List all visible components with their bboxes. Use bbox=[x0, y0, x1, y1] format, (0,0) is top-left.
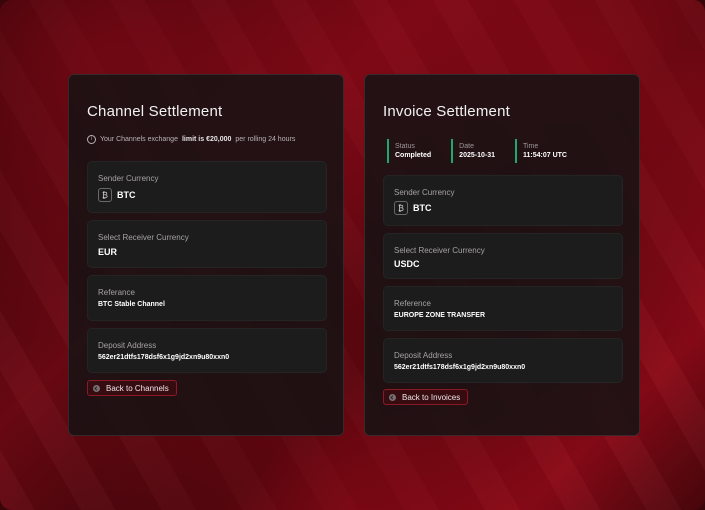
reference-value: BTC Stable Channel bbox=[98, 301, 165, 308]
limit-note: i Your Channels exchange limit is €20,00… bbox=[87, 135, 295, 144]
deposit-address-label: Deposit Address bbox=[394, 351, 453, 360]
status-value: Completed bbox=[395, 152, 432, 159]
receiver-currency-label: Select Receiver Currency bbox=[98, 233, 189, 242]
reference-card[interactable]: Reference EUROPE ZONE TRANSFER bbox=[383, 286, 623, 331]
status-row: Status Completed Date 2025-10-31 Time 11… bbox=[387, 139, 587, 163]
sender-currency-value-row: ₿ BTC bbox=[394, 201, 432, 215]
receiver-currency-select[interactable]: Select Receiver Currency EUR bbox=[87, 220, 327, 268]
deposit-address-label: Deposit Address bbox=[98, 341, 157, 350]
back-to-invoices-label: Back to Invoices bbox=[402, 392, 461, 402]
sender-currency-value-row: ₿ BTC bbox=[98, 188, 136, 202]
deposit-address-card[interactable]: Deposit Address 562er21dtfs178dsf6x1g9jd… bbox=[87, 328, 327, 373]
reference-value: EUROPE ZONE TRANSFER bbox=[394, 312, 486, 319]
date-label: Date bbox=[459, 143, 474, 150]
back-to-invoices-button[interactable]: Back to Invoices bbox=[383, 389, 469, 405]
invoice-settlement-panel: Invoice Settlement Status Completed Date… bbox=[364, 74, 640, 436]
reference-card[interactable]: Referance BTC Stable Channel bbox=[87, 275, 327, 321]
channel-settlement-panel: Channel Settlement i Your Channels excha… bbox=[68, 74, 344, 436]
back-to-channels-button[interactable]: Back to Channels bbox=[87, 380, 177, 396]
info-icon: i bbox=[87, 135, 96, 144]
arrow-left-icon bbox=[389, 393, 396, 401]
sender-currency-label: Sender Currency bbox=[394, 188, 455, 197]
receiver-currency-label: Select Receiver Currency bbox=[394, 246, 485, 255]
limit-note-prefix: Your Channels exchange bbox=[100, 136, 178, 143]
limit-note-suffix: per rolling 24 hours bbox=[235, 136, 296, 143]
panel-title: Channel Settlement bbox=[87, 103, 223, 120]
deposit-address-value: 562er21dtfs178dsf6x1g9jd2xn9u80xxn0 bbox=[98, 354, 230, 361]
sender-currency-card[interactable]: Sender Currency ₿ BTC bbox=[383, 175, 623, 226]
time-value: 11:54:07 UTC bbox=[522, 152, 567, 159]
arrow-left-icon bbox=[93, 384, 100, 392]
sender-currency-card[interactable]: Sender Currency ₿ BTC bbox=[87, 161, 327, 213]
status-label: Status bbox=[395, 143, 415, 150]
receiver-currency-value: USDC bbox=[394, 259, 420, 269]
reference-label: Referance bbox=[98, 288, 135, 297]
bitcoin-icon: ₿ bbox=[98, 188, 112, 202]
status-item: Status Completed bbox=[387, 139, 431, 163]
reference-label: Reference bbox=[394, 299, 431, 308]
date-value: 2025-10-31 bbox=[459, 152, 495, 159]
time-item: Time 11:54:07 UTC bbox=[514, 139, 567, 163]
back-to-channels-label: Back to Channels bbox=[106, 383, 169, 393]
sender-currency-value: BTC bbox=[413, 203, 432, 213]
date-item: Date 2025-10-31 bbox=[451, 139, 495, 163]
time-label: Time bbox=[522, 143, 539, 150]
deposit-address-value: 562er21dtfs178dsf6x1g9jd2xn9u80xxn0 bbox=[394, 364, 526, 371]
sender-currency-label: Sender Currency bbox=[98, 174, 159, 183]
deposit-address-card[interactable]: Deposit Address 562er21dtfs178dsf6x1g9jd… bbox=[383, 338, 623, 383]
bitcoin-icon: ₿ bbox=[394, 201, 408, 215]
limit-note-bold: limit is €20,000 bbox=[181, 136, 232, 143]
panel-title: Invoice Settlement bbox=[383, 103, 510, 120]
sender-currency-value: BTC bbox=[117, 190, 136, 200]
receiver-currency-select[interactable]: Select Receiver Currency USDC bbox=[383, 233, 623, 279]
receiver-currency-value: EUR bbox=[98, 247, 118, 257]
